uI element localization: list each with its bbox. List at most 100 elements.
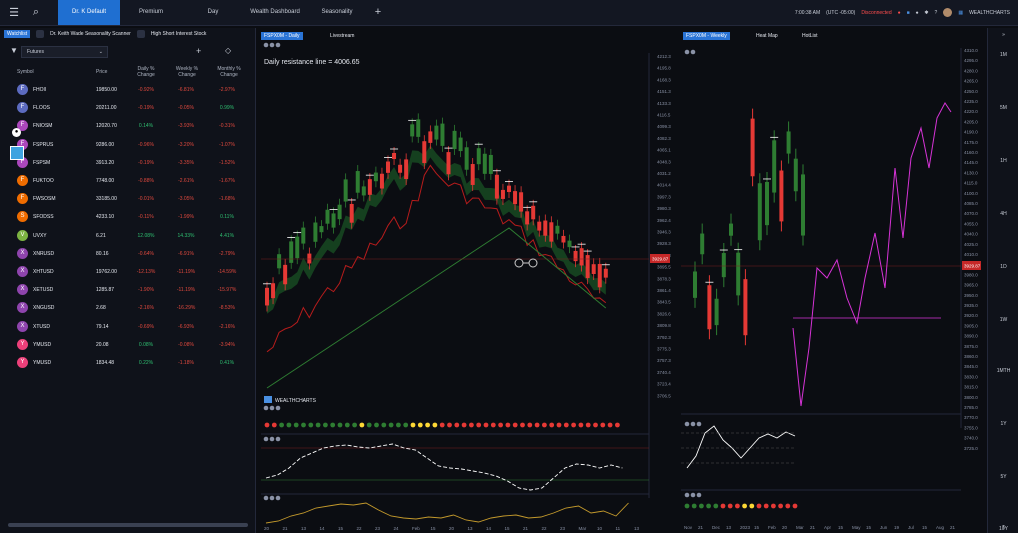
x-axis-label: 15 <box>505 526 511 531</box>
signal-dot <box>381 422 387 428</box>
signal-dot <box>699 503 704 509</box>
tab-watchlist[interactable]: Watchlist <box>4 30 31 38</box>
y-axis-label: 3997.3 <box>657 194 671 199</box>
symbol-avatar: X <box>17 320 28 332</box>
watchlist-row[interactable]: Y YMUSD 20.08 0.08% -0.08% -3.94% <box>0 337 255 353</box>
menu-icon[interactable]: ☰ <box>6 5 22 21</box>
candle-body <box>446 152 451 175</box>
watchlist-panel: Watchlist Dr. Keith Wade Seasonality Sca… <box>0 28 256 533</box>
col-daily[interactable]: Daily % Change <box>132 66 160 78</box>
signal-dot <box>771 503 776 509</box>
symbol-name: YMUSD <box>33 360 52 366</box>
weekly-change: -6.93% <box>178 323 194 330</box>
x-axis-label: 22 <box>542 526 548 531</box>
timeframe-1w[interactable]: 1W <box>988 317 1018 323</box>
symbol-name: XNGUSD <box>33 305 55 312</box>
tab-seasonality-scanner[interactable]: Dr. Keith Wade Seasonality Scanner <box>50 31 131 37</box>
timeframe-1h[interactable]: 1H <box>988 158 1018 164</box>
timeframe-5m[interactable]: 5M <box>988 105 1018 111</box>
x-axis-label: 15 <box>754 525 760 530</box>
horizontal-scrollbar[interactable] <box>8 523 248 527</box>
help-icon[interactable]: ? <box>935 10 938 16</box>
col-weekly[interactable]: Weekly % Change <box>172 66 202 78</box>
tab-seasonality[interactable]: Seasonality <box>306 0 368 25</box>
col-monthly[interactable]: Monthly % Change <box>213 66 245 78</box>
symbol-name: SFODSS <box>33 214 54 221</box>
draw-tool-icon[interactable] <box>10 146 24 160</box>
avatar[interactable] <box>943 8 953 17</box>
watchlist-row[interactable]: F FUKTOO 7748.00 -0.88% -2.61% -1.67% <box>0 173 255 189</box>
gear-icon[interactable]: ✱ <box>924 10 928 16</box>
symbol-price: 19850.00 <box>96 87 117 93</box>
tab-premium[interactable]: Premium <box>120 0 182 25</box>
watchlist-select[interactable]: Futures ⌄ <box>21 46 108 58</box>
search-icon[interactable]: ⌕ <box>28 5 44 21</box>
symbol-price: 20211.00 <box>96 105 117 112</box>
signal-dot <box>315 422 321 428</box>
x-axis-label: 20 <box>449 526 455 531</box>
watchlist-row[interactable]: X XHTUSD 19762.00 -12.13% -11.19% -14.59% <box>0 264 255 280</box>
x-axis-label: 14 <box>486 526 492 531</box>
indicator-tool-icon <box>696 492 702 498</box>
symbol-avatar: F <box>17 175 28 186</box>
candle-body <box>772 140 777 193</box>
signal-dot <box>534 422 540 428</box>
weekly-change: -6.91% <box>178 250 194 257</box>
x-axis-label: 15 <box>866 525 872 530</box>
timeframe-1mth[interactable]: 1MTH <box>988 368 1018 374</box>
collapse-sidebar-icon[interactable]: » <box>988 32 1018 38</box>
col-price[interactable]: Price <box>96 69 107 75</box>
monthly-change: -1.67% <box>219 178 235 184</box>
watchlist-row[interactable]: X XNRUSD 80.16 -0.64% -6.91% -2.79% <box>0 246 255 262</box>
daily-change: -0.01% <box>138 196 154 203</box>
watchlist-row[interactable]: F FSPSM 3913.20 -0.19% -3.35% -1.52% <box>0 155 255 171</box>
watchlist-row[interactable]: S SFODSS 4233.10 -0.11% -1.99% 0.11% <box>0 209 255 225</box>
tab-wealth-dashboard[interactable]: Wealth Dashboard <box>244 0 306 25</box>
watchlist-row[interactable]: X XNGUSD 2.68 -2.16% -16.29% -8.53% <box>0 300 255 316</box>
marker-pin-icon[interactable]: ● <box>12 128 21 137</box>
watchlist-row[interactable]: F FSPRUS 9286.00 -0.96% -3.20% -1.07% <box>0 137 255 153</box>
tab-day[interactable]: Day <box>182 0 244 25</box>
add-tab-button[interactable]: + <box>368 0 388 25</box>
y-axis-label: 4250.0 <box>964 89 978 94</box>
settings-icon[interactable]: ◇ <box>225 46 231 55</box>
timeframe-5y[interactable]: 5Y <box>988 474 1018 480</box>
signal-dot <box>756 503 762 509</box>
timeframe-4h[interactable]: 4H <box>988 211 1018 217</box>
price-tag-label: 3929.87 <box>964 264 981 269</box>
filter-icon[interactable]: ▼ <box>10 46 18 55</box>
daily-candlestick-chart[interactable]: 4212.3 4195.8 4168.3 4151.3 4133.3 4116.5 4099… <box>261 28 671 533</box>
monthly-change: -3.94% <box>219 341 235 348</box>
x-axis-label: May <box>852 525 861 530</box>
candle-body <box>537 221 542 231</box>
candle-body <box>597 263 602 288</box>
timeframe-1m[interactable]: 1M <box>988 52 1018 58</box>
symbol-avatar: Y <box>17 338 28 350</box>
tab-high-short-interest[interactable]: High Short Interest Stock <box>151 31 207 37</box>
watchlist-row[interactable]: X XTUSD 79.14 -0.69% -6.93% -2.16% <box>0 319 255 335</box>
watchlist-row[interactable]: V UVXY 6.21 12.08% 14.33% 4.41% <box>0 228 255 244</box>
watchlist-row[interactable]: F FLOOS 20211.00 -0.19% -0.05% 0.99% <box>0 100 255 116</box>
watchlist-row[interactable]: Y YMUSD 1834.48 0.22% -1.18% 0.41% <box>0 355 255 371</box>
watchlist-row[interactable]: F FHOII 19850.00 -0.92% -6.81% -2.97% <box>0 82 255 98</box>
candle-body <box>721 253 726 278</box>
tab-dr-k-default[interactable]: Dr. K Default <box>58 0 120 25</box>
watchlist-row[interactable]: F FNIOSM 12020.70 0.14% -3.93% -0.31% <box>0 118 255 134</box>
add-symbol-button[interactable]: + <box>196 46 201 56</box>
watchlist-row[interactable]: X XETUSD 1285.87 -1.90% -11.19% -15.97% <box>0 282 255 298</box>
col-symbol[interactable]: Symbol <box>17 69 34 75</box>
watchlist-row[interactable]: F FWSOSM 33185.00 -0.01% -3.05% -1.68% <box>0 191 255 207</box>
weekly-change: -11.19% <box>176 269 196 275</box>
y-axis-label: 4265.0 <box>964 79 978 84</box>
y-axis-label: 3980.3 <box>657 206 671 211</box>
weekly-candlestick-chart[interactable]: 4310.0 4295.0 4280.0 4265.0 4250.0 4235.0 4220… <box>681 28 981 533</box>
symbol-name: FSPSM <box>33 159 51 166</box>
bell-icon[interactable]: ♠ <box>916 10 919 16</box>
y-axis-label: 4235.0 <box>964 99 978 104</box>
signal-dot <box>735 503 740 509</box>
lock-icon[interactable]: ■ <box>907 10 910 16</box>
signal-dot <box>410 422 416 428</box>
timeframe-1y[interactable]: 1Y <box>988 421 1018 427</box>
timeframe-1d[interactable]: 1D <box>988 264 1018 270</box>
timeframe-t[interactable]: T <box>988 525 1018 531</box>
